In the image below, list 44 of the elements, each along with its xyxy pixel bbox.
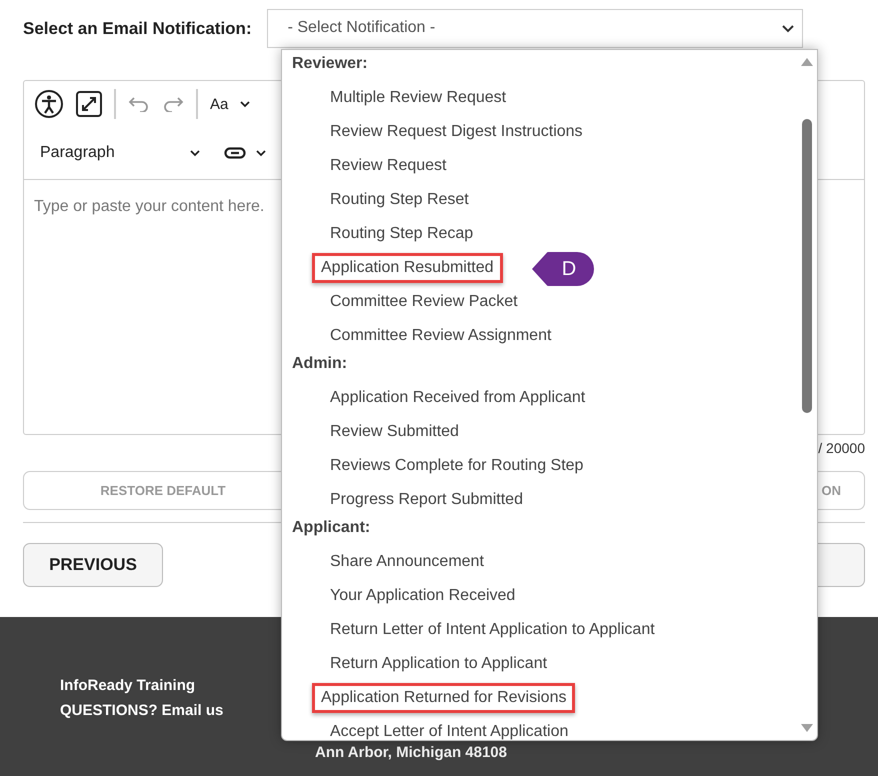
redo-icon[interactable] xyxy=(162,96,184,112)
font-size-button[interactable]: Aa xyxy=(210,96,228,112)
character-counter: / 20000 xyxy=(818,440,865,456)
scrollbar-thumb[interactable] xyxy=(802,119,812,413)
dropdown-option[interactable]: Review Request Digest Instructions xyxy=(328,119,585,145)
dropdown-option[interactable]: Return Application to Applicant xyxy=(328,651,550,677)
dropdown-option[interactable]: Multiple Review Request xyxy=(328,85,508,111)
nav-button[interactable]: PREVIOUS xyxy=(23,543,163,587)
group-header: Admin: xyxy=(291,354,348,374)
chevron-icon xyxy=(256,150,266,156)
group-header: Applicant: xyxy=(291,518,372,538)
field-label: Select an Email Notification: xyxy=(23,18,252,38)
dropdown-option[interactable]: Your Application Received xyxy=(328,583,518,609)
callout-marker: D xyxy=(532,252,594,286)
dropdown-option[interactable]: Reviews Complete for Routing Step xyxy=(328,453,586,479)
dropdown-option[interactable]: Committee Review Packet xyxy=(328,289,520,315)
dropdown-option[interactable]: Committee Review Assignment xyxy=(328,323,554,349)
notification-select[interactable]: - Select Notification - xyxy=(266,9,803,48)
dropdown-option[interactable]: Share Announcement xyxy=(328,549,486,575)
dropdown-option[interactable]: Routing Step Recap xyxy=(328,221,476,247)
dropdown-option[interactable]: Review Request xyxy=(328,153,448,179)
chevron-icon xyxy=(240,100,250,108)
dropdown-option[interactable]: Application Returned for Revisions xyxy=(312,683,576,713)
undo-icon[interactable] xyxy=(128,96,150,112)
dropdown-option[interactable]: Progress Report Submitted xyxy=(328,487,525,513)
editor-field[interactable]: Type or paste your content here. xyxy=(34,198,264,216)
footer-text: QUESTIONS? Email us xyxy=(60,702,224,719)
dropdown-option[interactable]: Application Resubmitted xyxy=(312,253,503,283)
group-header: Reviewer: xyxy=(291,54,369,74)
accessibility-icon[interactable] xyxy=(34,89,64,119)
chevron-icon xyxy=(782,25,794,33)
dropdown-option[interactable]: Return Letter of Intent Application to Applicant xyxy=(328,617,657,643)
footer-text: InfoReady Training xyxy=(60,677,196,694)
paragraph-dropdown[interactable]: Paragraph xyxy=(40,144,180,162)
dropdown-option[interactable]: Routing Step Reset xyxy=(328,187,471,213)
dropdown-option[interactable]: Review Submitted xyxy=(328,419,461,445)
link-icon[interactable] xyxy=(224,147,246,159)
fullscreen-icon[interactable] xyxy=(76,91,102,117)
dropdown-option[interactable]: Application Received from Applicant xyxy=(328,385,588,411)
scroll-down-icon[interactable] xyxy=(801,724,813,732)
dropdown-option[interactable]: Accept Letter of Intent Application xyxy=(328,719,570,740)
footer-address: Ann Arbor, Michigan 48108 xyxy=(315,744,507,761)
scroll-up-icon[interactable] xyxy=(801,58,813,66)
chevron-icon xyxy=(190,150,200,156)
